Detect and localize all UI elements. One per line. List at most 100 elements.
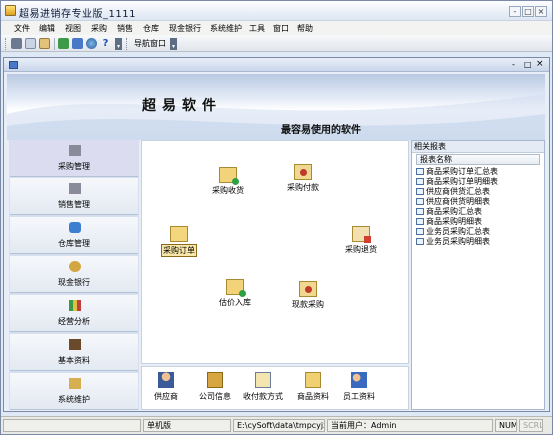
chart-icon[interactable] — [72, 38, 83, 49]
toolbar-separator — [54, 38, 55, 50]
sidebar-item-sales[interactable]: 销售管理 — [10, 178, 138, 215]
menu-file[interactable]: 文件 — [14, 23, 30, 34]
bottom-item-company[interactable]: 公司信息 — [199, 372, 231, 402]
status-db-path: E:\cySoft\data\tmpcyjxc.sys — [233, 419, 325, 432]
report-item[interactable]: 商品采购订单明细表 — [416, 177, 498, 187]
status-num: NUM — [495, 419, 517, 432]
toolbar-overflow-icon[interactable]: ▾ — [115, 38, 122, 50]
report-label: 商品采购汇总表 — [426, 207, 482, 216]
menu-tools[interactable]: 工具 — [249, 23, 265, 34]
report-item[interactable]: 业务员采购汇总表 — [416, 227, 490, 237]
banner-wave — [7, 94, 545, 140]
paste-icon[interactable] — [39, 38, 50, 49]
status-mode: 单机版 — [143, 419, 231, 432]
minimize-button[interactable]: - — [509, 6, 521, 17]
flow-purchase-order[interactable]: 采购订单 — [161, 226, 197, 257]
menu-edit[interactable]: 编辑 — [39, 23, 55, 34]
flow-label: 现款采购 — [292, 300, 324, 309]
sidebar-item-cash-bank[interactable]: 现金银行 — [10, 256, 138, 293]
bottom-label: 商品资料 — [297, 392, 329, 401]
sidebar: 采购管理 销售管理 仓库管理 现金银行 经营分析 基本资料 系统维护 — [9, 140, 139, 410]
child-minimize-button[interactable]: - — [512, 60, 515, 69]
report-label: 业务员采购汇总表 — [426, 227, 490, 236]
basic-data-bar: 供应商 公司信息 收付款方式 商品资料 员工资料 — [141, 366, 409, 410]
sidebar-item-basic-data[interactable]: 基本资料 — [10, 334, 138, 371]
menu-cash-bank[interactable]: 现金银行 — [169, 23, 201, 34]
child-maximize-button[interactable]: □ — [524, 60, 532, 69]
menu-bar: 文件 编辑 视图 采购 销售 仓库 现金银行 系统维护 工具 窗口 帮助 — [1, 21, 552, 35]
reports-panel: 相关报表 报表名称 商品采购订单汇总表 商品采购订单明细表 供应商供货汇总表 供… — [411, 140, 545, 410]
report-icon — [416, 238, 424, 245]
menu-sales[interactable]: 销售 — [117, 23, 133, 34]
stockin-icon — [226, 279, 246, 297]
flow-purchase-return[interactable]: 采购退货 — [345, 226, 377, 255]
toolbar-overflow-icon[interactable]: ▾ — [170, 38, 177, 50]
copy-icon[interactable] — [25, 38, 36, 49]
report-item[interactable]: 商品采购汇总表 — [416, 207, 482, 217]
chart-icon — [69, 300, 81, 311]
report-label: 商品采购订单汇总表 — [426, 167, 498, 176]
flow-purchase-payment[interactable]: 采购付款 — [287, 164, 319, 193]
return-icon — [352, 226, 371, 243]
child-close-button[interactable]: × — [536, 59, 544, 69]
sidebar-item-label: 仓库管理 — [58, 239, 90, 248]
sidebar-item-label: 采购管理 — [58, 162, 90, 171]
report-icon — [416, 198, 424, 205]
flow-label: 估价入库 — [219, 298, 251, 307]
sidebar-item-label: 销售管理 — [58, 200, 90, 209]
help-icon[interactable]: ? — [100, 38, 111, 49]
report-item[interactable]: 商品采购订单汇总表 — [416, 167, 498, 177]
reports-column-header[interactable]: 报表名称 — [416, 154, 540, 165]
menu-system[interactable]: 系统维护 — [210, 23, 242, 34]
report-icon — [416, 228, 424, 235]
menu-window[interactable]: 窗口 — [273, 23, 289, 34]
report-item[interactable]: 供应商供货明细表 — [416, 197, 490, 207]
bottom-label: 供应商 — [154, 392, 178, 401]
sidebar-item-label: 经营分析 — [58, 317, 90, 326]
maximize-button[interactable]: □ — [522, 6, 534, 17]
report-icon — [416, 208, 424, 215]
status-user: 当前用户：Admin — [327, 419, 493, 432]
toolbar-grip — [5, 38, 7, 50]
window-icon — [9, 61, 18, 69]
menu-purchase[interactable]: 采购 — [91, 23, 107, 34]
title-bar[interactable]: 超易进销存专业版_1111 - □ × — [1, 1, 552, 21]
bottom-item-product[interactable]: 商品资料 — [297, 372, 329, 402]
report-icon — [416, 178, 424, 185]
flow-purchase-receipt[interactable]: 采购收货 — [212, 167, 244, 196]
menu-view[interactable]: 视图 — [65, 23, 81, 34]
flow-label: 采购收货 — [212, 186, 244, 195]
sidebar-item-analysis[interactable]: 经营分析 — [10, 295, 138, 332]
app-title: 超易进销存专业版_1111 — [19, 9, 136, 20]
nav-window-title-bar[interactable]: - □ × — [4, 58, 549, 72]
calculator-icon[interactable] — [58, 38, 69, 49]
payment-method-icon — [255, 372, 271, 388]
sidebar-item-warehouse[interactable]: 仓库管理 — [10, 217, 138, 254]
nav-window-button[interactable]: 导航窗口 — [130, 37, 168, 50]
sidebar-item-system[interactable]: 系统维护 — [10, 373, 138, 410]
close-button[interactable]: × — [535, 6, 547, 17]
bottom-label: 收付款方式 — [243, 392, 283, 401]
menu-warehouse[interactable]: 仓库 — [143, 23, 159, 34]
toolbar: ? ▾ 导航窗口 ▾ — [1, 35, 552, 52]
report-label: 业务员采购明细表 — [426, 237, 490, 246]
flow-cash-purchase[interactable]: 现款采购 — [292, 281, 324, 310]
book-icon — [69, 339, 81, 350]
report-icon — [416, 188, 424, 195]
bottom-item-employee[interactable]: 员工资料 — [343, 372, 375, 402]
flow-estimate-stockin[interactable]: 估价入库 — [219, 279, 251, 308]
report-item[interactable]: 供应商供货汇总表 — [416, 187, 490, 197]
report-item[interactable]: 商品采购明细表 — [416, 217, 482, 227]
globe-icon[interactable] — [86, 38, 97, 49]
reports-title: 相关报表 — [412, 141, 544, 153]
report-icon — [416, 168, 424, 175]
menu-help[interactable]: 帮助 — [297, 23, 313, 34]
status-scrl: SCRL — [519, 419, 543, 432]
bottom-item-payment-method[interactable]: 收付款方式 — [243, 372, 283, 402]
bottom-item-supplier[interactable]: 供应商 — [154, 372, 178, 402]
sidebar-item-purchase[interactable]: 采购管理 — [10, 140, 138, 177]
cut-icon[interactable] — [11, 38, 22, 49]
company-icon — [207, 372, 223, 388]
report-item[interactable]: 业务员采购明细表 — [416, 237, 490, 247]
slogan: 最容易使用的软件 — [281, 125, 361, 136]
